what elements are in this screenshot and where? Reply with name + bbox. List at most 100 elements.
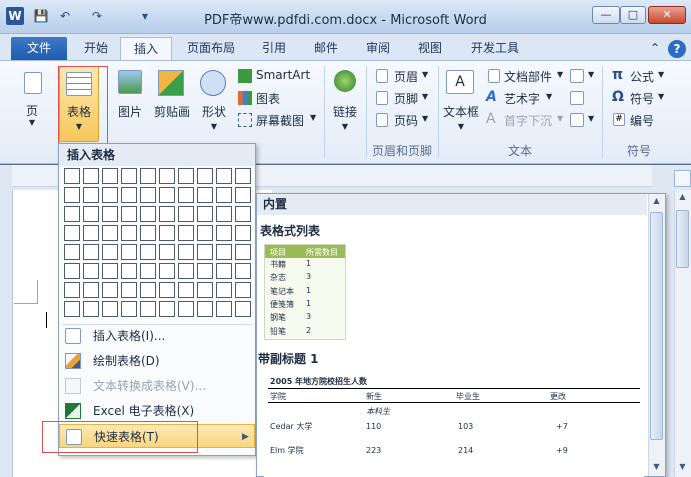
datetime-icon[interactable] xyxy=(570,91,584,105)
table-grid-cell[interactable] xyxy=(102,225,118,241)
table-size-grid[interactable] xyxy=(64,168,254,320)
table-grid-cell[interactable] xyxy=(83,263,99,279)
table-grid-cell[interactable] xyxy=(121,206,137,222)
tab-developer[interactable]: 开发工具 xyxy=(462,37,528,60)
page-number-button[interactable]: 页码 xyxy=(394,112,418,129)
links-dropdown-icon[interactable]: ▼ xyxy=(328,122,362,131)
table-grid-cell[interactable] xyxy=(121,282,137,298)
screenshot-button[interactable]: 屏幕截图 xyxy=(256,112,304,129)
table-grid-cell[interactable] xyxy=(216,168,232,184)
table-grid-cell[interactable] xyxy=(140,187,156,203)
table-grid-cell[interactable] xyxy=(159,244,175,260)
table-grid-cell[interactable] xyxy=(140,225,156,241)
table-grid-cell[interactable] xyxy=(216,263,232,279)
dropcap-button[interactable]: 首字下沉 xyxy=(504,112,552,129)
quickparts-button[interactable]: 文档部件 xyxy=(504,68,552,85)
dropcap-dropdown-icon[interactable]: ▼ xyxy=(557,114,563,123)
table-grid-cell[interactable] xyxy=(235,282,251,298)
insert-table-item[interactable]: 插入表格(I)... xyxy=(59,324,255,348)
ruler-toggle-icon[interactable] xyxy=(674,170,691,187)
table-grid-cell[interactable] xyxy=(102,263,118,279)
tab-home[interactable]: 开始 xyxy=(74,37,118,60)
table-grid-cell[interactable] xyxy=(159,168,175,184)
table-grid-cell[interactable] xyxy=(159,187,175,203)
table-grid-cell[interactable] xyxy=(121,225,137,241)
table-grid-cell[interactable] xyxy=(121,187,137,203)
wordart-dropdown-icon[interactable]: ▼ xyxy=(546,92,552,101)
table-grid-cell[interactable] xyxy=(235,168,251,184)
table-grid-cell[interactable] xyxy=(64,244,80,260)
picture-button[interactable]: 图片 xyxy=(112,103,148,120)
textbox-dropdown-icon[interactable]: ▼ xyxy=(440,122,482,131)
table-grid-cell[interactable] xyxy=(235,187,251,203)
table-grid-cell[interactable] xyxy=(140,263,156,279)
table-grid-cell[interactable] xyxy=(159,282,175,298)
symbol-button[interactable]: 符号 xyxy=(630,90,654,107)
table-grid-cell[interactable] xyxy=(64,225,80,241)
footer-button[interactable]: 页脚 xyxy=(394,90,418,107)
table-grid-cell[interactable] xyxy=(102,206,118,222)
tab-references[interactable]: 引用 xyxy=(254,37,294,60)
scroll-up-icon[interactable]: ▲ xyxy=(676,192,689,204)
table-grid-cell[interactable] xyxy=(216,301,232,317)
table-grid-cell[interactable] xyxy=(159,206,175,222)
maximize-button[interactable]: □ xyxy=(620,6,646,24)
table-grid-cell[interactable] xyxy=(178,168,194,184)
table-grid-cell[interactable] xyxy=(235,225,251,241)
help-icon[interactable]: ? xyxy=(668,40,686,58)
table-grid-cell[interactable] xyxy=(121,168,137,184)
table-grid-cell[interactable] xyxy=(140,282,156,298)
table-grid-cell[interactable] xyxy=(216,282,232,298)
table-grid-cell[interactable] xyxy=(235,206,251,222)
table-grid-cell[interactable] xyxy=(121,263,137,279)
object-icon[interactable] xyxy=(570,113,584,127)
table-grid-cell[interactable] xyxy=(64,263,80,279)
table-grid-cell[interactable] xyxy=(83,225,99,241)
table-grid-cell[interactable] xyxy=(159,301,175,317)
table-grid-cell[interactable] xyxy=(178,187,194,203)
table-grid-cell[interactable] xyxy=(140,244,156,260)
screenshot-dropdown-icon[interactable]: ▼ xyxy=(310,113,316,122)
equation-button[interactable]: 公式 xyxy=(630,68,654,85)
tab-page-layout[interactable]: 页面布局 xyxy=(178,37,244,60)
signature-line-icon[interactable] xyxy=(570,69,584,83)
clipart-button[interactable]: 剪贴画 xyxy=(150,103,194,120)
minimize-button[interactable]: — xyxy=(592,6,620,24)
table-grid-cell[interactable] xyxy=(178,244,194,260)
shapes-dropdown-icon[interactable]: ▼ xyxy=(196,122,232,131)
number-button[interactable]: 编号 xyxy=(630,112,654,129)
page-dropdown-icon[interactable]: ▼ xyxy=(20,118,44,127)
collapse-ribbon-icon[interactable]: ⌃ xyxy=(648,37,662,60)
table-grid-cell[interactable] xyxy=(140,206,156,222)
table-grid-cell[interactable] xyxy=(178,263,194,279)
table-grid-cell[interactable] xyxy=(102,282,118,298)
symbol-dropdown-icon[interactable]: ▼ xyxy=(658,92,664,101)
scroll-thumb[interactable] xyxy=(676,210,689,268)
convert-text-to-table-item[interactable]: 文本转换成表格(V)... xyxy=(59,374,255,398)
excel-spreadsheet-item[interactable]: Excel 电子表格(X) xyxy=(59,399,255,423)
table-grid-cell[interactable] xyxy=(140,301,156,317)
tab-review[interactable]: 审阅 xyxy=(358,37,398,60)
tab-file[interactable]: 文件 xyxy=(11,37,67,60)
table-grid-cell[interactable] xyxy=(197,206,213,222)
table-grid-cell[interactable] xyxy=(64,301,80,317)
table-grid-cell[interactable] xyxy=(159,263,175,279)
table-grid-cell[interactable] xyxy=(83,301,99,317)
header-dropdown-icon[interactable]: ▼ xyxy=(422,70,428,79)
tab-mailings[interactable]: 邮件 xyxy=(306,37,346,60)
table-grid-cell[interactable] xyxy=(197,301,213,317)
table-grid-cell[interactable] xyxy=(102,187,118,203)
table-grid-cell[interactable] xyxy=(178,282,194,298)
footer-dropdown-icon[interactable]: ▼ xyxy=(422,92,428,101)
table-grid-cell[interactable] xyxy=(83,168,99,184)
gallery-scroll-down-icon[interactable]: ▼ xyxy=(650,462,663,474)
table-grid-cell[interactable] xyxy=(197,225,213,241)
table-grid-cell[interactable] xyxy=(235,244,251,260)
smartart-button[interactable]: SmartArt xyxy=(256,68,310,82)
table-grid-cell[interactable] xyxy=(159,225,175,241)
table-grid-cell[interactable] xyxy=(83,282,99,298)
table-grid-cell[interactable] xyxy=(197,282,213,298)
table-grid-cell[interactable] xyxy=(197,244,213,260)
table-grid-cell[interactable] xyxy=(102,301,118,317)
page-button[interactable]: 页 xyxy=(20,102,44,119)
